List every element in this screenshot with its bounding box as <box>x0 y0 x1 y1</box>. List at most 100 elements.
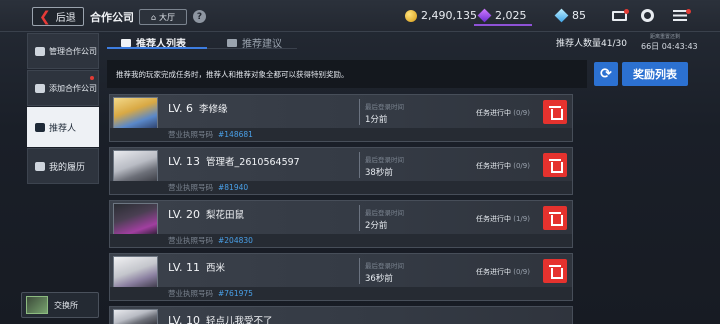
hall-button[interactable]: ⌂ 大厅 <box>139 9 187 25</box>
menu-icon[interactable] <box>673 10 687 21</box>
gear-icon[interactable] <box>641 9 654 22</box>
reset-time: 66日 04:43:43 <box>641 42 698 51</box>
home-icon: ⌂ <box>150 12 157 22</box>
sidebar-item-resume[interactable]: 我的履历 <box>27 148 99 184</box>
delete-button[interactable] <box>543 206 567 230</box>
referrer-row[interactable]: LV. 20 梨花田鼠 最后登录时间 2分前 任务进行中 (1/9) 营业执照号码… <box>109 200 573 248</box>
sidebar-item-label: 管理合作公司 <box>49 46 97 56</box>
sidebar-item-referrer[interactable]: 推荐人 <box>27 107 99 147</box>
referrer-row[interactable]: LV. 11 西米 最后登录时间 36秒前 任务进行中 (0/9) 营业执照号码 … <box>109 253 573 301</box>
task-status: 任务进行中 (0/9) <box>476 108 530 118</box>
back-button[interactable]: ❮ 后退 <box>32 7 84 26</box>
sidebar-item-label: 添加合作公司 <box>49 83 97 93</box>
delete-button[interactable] <box>543 259 567 283</box>
player-name: 西米 <box>206 263 226 274</box>
level-name: LV. 11 西米 <box>168 260 225 274</box>
license-number: #204830 <box>218 236 253 245</box>
hall-label: 大厅 <box>159 12 176 22</box>
level-name: LV. 6 李修缘 <box>168 101 228 115</box>
license-bar: 营业执照号码 #761975 <box>110 287 572 300</box>
sidebar-item-label: 我的履历 <box>49 162 86 173</box>
crystal-currency[interactable]: 2,025 <box>477 8 527 23</box>
license-number: #81940 <box>218 183 249 192</box>
referrer-row[interactable]: LV. 10 轻点儿我受不了 <box>109 306 573 324</box>
divider <box>359 258 360 284</box>
avatar <box>113 309 158 324</box>
top-bar: ❮ 后退 合作公司 ⌂ 大厅 ? 2,490,135 2,025 85 <box>0 0 720 32</box>
referrer-row[interactable]: LV. 6 李修缘 最后登录时间 1分前 任务进行中 (0/9) 营业执照号码 #… <box>109 94 573 142</box>
sidebar-item-label: 推荐人 <box>49 123 77 134</box>
active-tab-indicator <box>107 47 207 49</box>
last-login-value: 2分前 <box>365 221 388 231</box>
avatar <box>113 97 158 130</box>
page-title: 合作公司 <box>90 11 134 24</box>
license-label: 营业执照号码 <box>168 289 213 298</box>
sidebar-item-add-company[interactable]: 添加合作公司 <box>27 70 99 106</box>
info-text: 推荐我的玩家完成任务时，推荐人和推荐对象全都可以获得特别奖励。 <box>116 69 349 79</box>
back-label: 后退 <box>55 13 76 24</box>
crystal-icon <box>477 8 492 23</box>
level-name: LV. 13 管理者_2610564597 <box>168 154 300 168</box>
avatar <box>113 150 158 183</box>
task-status: 任务进行中 (0/9) <box>476 267 530 277</box>
task-progress: (1/9) <box>513 215 530 223</box>
company-icon <box>35 46 45 56</box>
crystal-amount: 2,025 <box>495 9 527 22</box>
last-login-label: 最后登录时间 <box>365 103 404 111</box>
last-login-label: 最后登录时间 <box>365 156 404 164</box>
level: LV. 6 <box>168 102 194 115</box>
delete-button[interactable] <box>543 153 567 177</box>
task-status: 任务进行中 (0/9) <box>476 161 530 171</box>
task-label: 任务进行中 <box>476 268 511 276</box>
license-bar: 营业执照号码 #204830 <box>110 234 572 247</box>
diamond-amount: 85 <box>572 9 586 22</box>
license-bar: 营业执照号码 #81940 <box>110 181 572 194</box>
license-label: 营业执照号码 <box>168 183 213 192</box>
divider <box>359 152 360 178</box>
delete-button[interactable] <box>543 100 567 124</box>
level-name: LV. 20 梨花田鼠 <box>168 207 244 221</box>
diamond-currency[interactable]: 85 <box>554 8 586 23</box>
tab-divider <box>207 48 297 49</box>
trash-icon <box>549 159 563 173</box>
task-label: 任务进行中 <box>476 162 511 170</box>
level: LV. 20 <box>168 208 201 221</box>
task-label: 任务进行中 <box>476 109 511 117</box>
trash-icon <box>549 212 563 226</box>
license-bar: 营业执照号码 #148681 <box>110 128 572 141</box>
trash-icon <box>549 265 563 279</box>
reward-list-button[interactable]: 奖励列表 <box>622 62 688 86</box>
last-login-value: 38秒前 <box>365 168 393 178</box>
mail-notification-dot <box>624 9 629 14</box>
crystal-underline <box>474 24 532 26</box>
referrer-icon <box>35 122 45 132</box>
license-label: 营业执照号码 <box>168 236 213 245</box>
refresh-icon: ⟳ <box>600 66 612 82</box>
level: LV. 13 <box>168 155 201 168</box>
task-progress: (0/9) <box>513 109 530 117</box>
avatar <box>113 203 158 236</box>
avatar <box>113 256 158 289</box>
player-name: 管理者_2610564597 <box>206 157 300 168</box>
level: LV. 10 <box>168 314 201 324</box>
player-name: 李修缘 <box>199 104 228 115</box>
divider <box>359 205 360 231</box>
gold-currency[interactable]: 2,490,135 <box>405 9 477 22</box>
referrer-row[interactable]: LV. 13 管理者_2610564597 最后登录时间 38秒前 任务进行中 (… <box>109 147 573 195</box>
task-progress: (0/9) <box>513 268 530 276</box>
player-name: 轻点儿我受不了 <box>206 316 273 324</box>
task-progress: (0/9) <box>513 162 530 170</box>
menu-notification-dot <box>686 9 691 14</box>
diamond-icon <box>554 8 569 23</box>
suggestion-icon <box>227 38 237 47</box>
last-login-label: 最后登录时间 <box>365 209 404 217</box>
refresh-button[interactable]: ⟳ <box>594 62 618 86</box>
exchange-label: 交换所 <box>54 300 78 310</box>
notification-dot <box>90 76 94 80</box>
last-login-label: 最后登录时间 <box>365 262 404 270</box>
info-bar: 推荐我的玩家完成任务时，推荐人和推荐对象全都可以获得特别奖励。 <box>107 60 587 88</box>
exchange-button[interactable]: 交换所 <box>21 292 99 318</box>
sidebar-item-manage-company[interactable]: 管理合作公司 <box>27 33 99 69</box>
help-icon[interactable]: ? <box>193 10 206 23</box>
license-number: #761975 <box>218 289 253 298</box>
